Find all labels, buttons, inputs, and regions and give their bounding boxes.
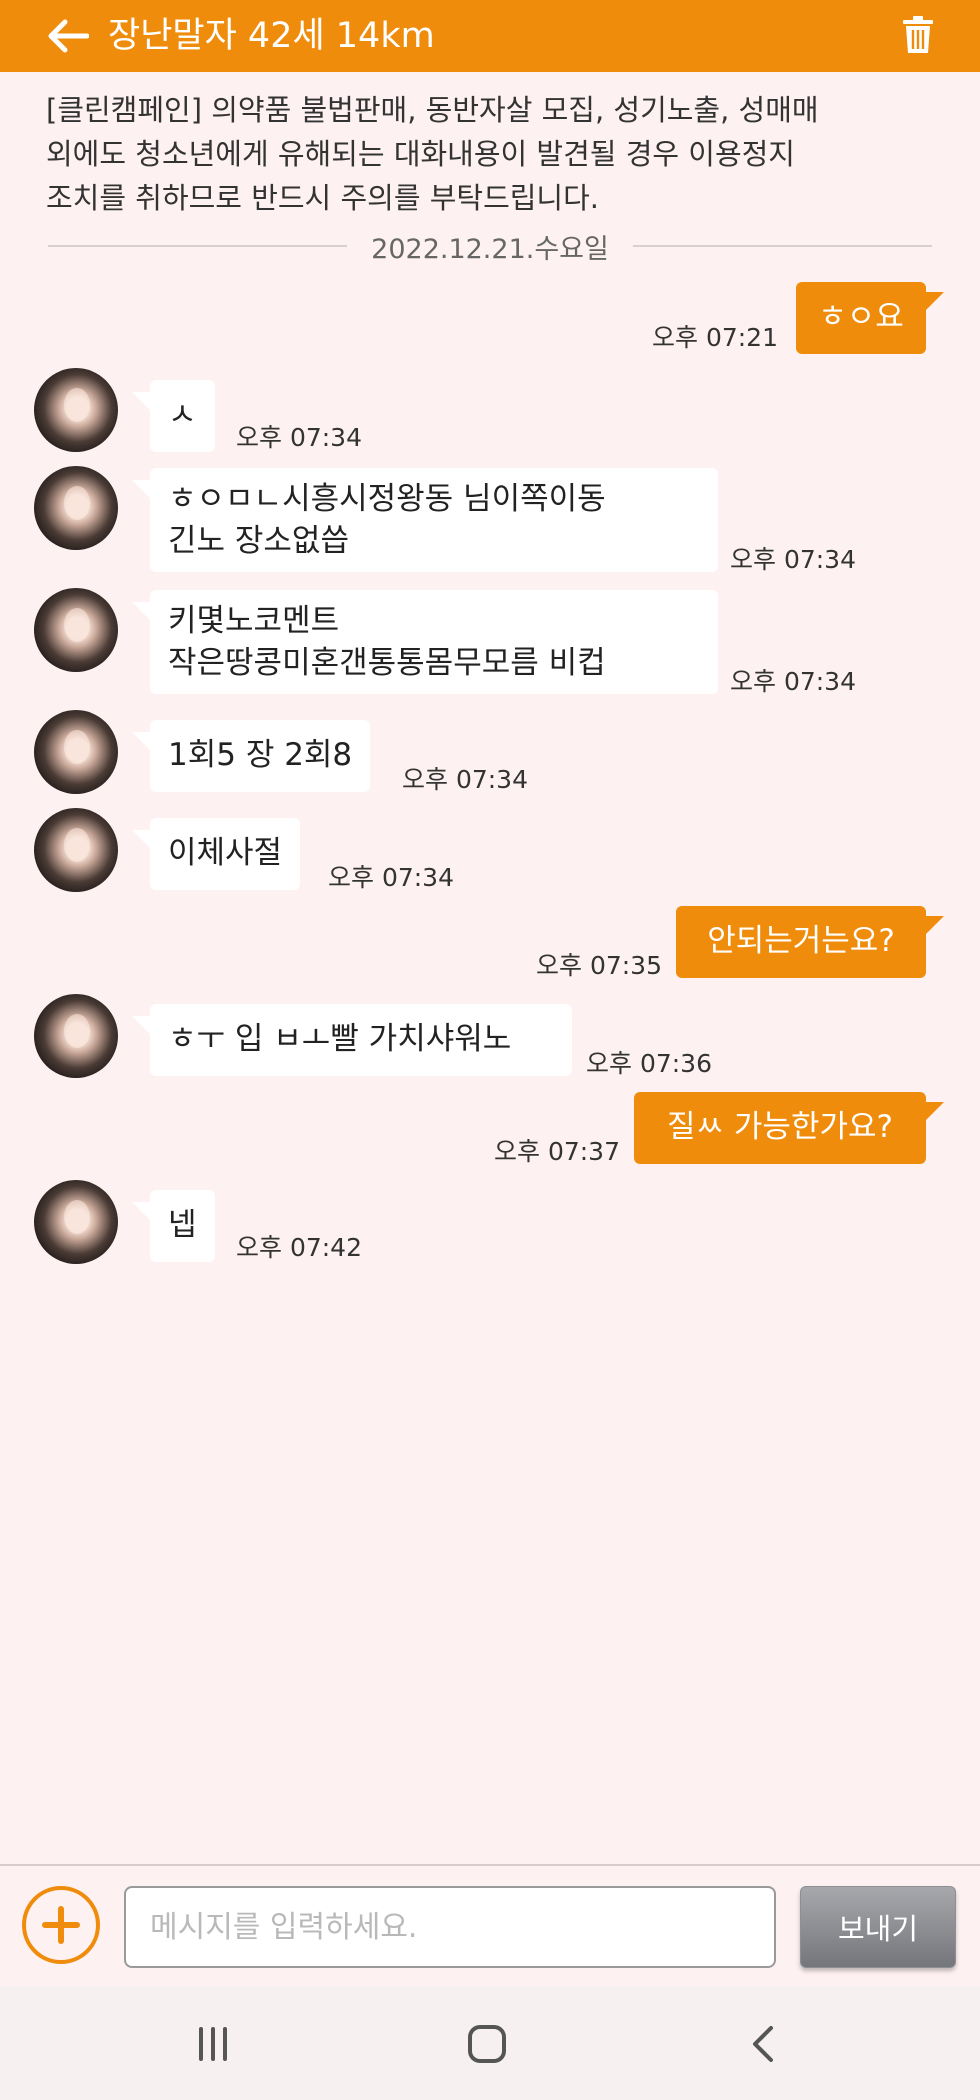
avatar[interactable] [34, 808, 118, 892]
attach-button[interactable] [22, 1886, 100, 1964]
message-time: 오후 07:34 [402, 765, 528, 794]
message-input-bar: 보내기 [0, 1864, 980, 1986]
incoming-message-bubble[interactable]: ㅎㅇㅁㄴ시흥시정왕동 님이쪽이동 긴노 장소없씁 [132, 468, 718, 572]
message-time: 오후 07:34 [236, 423, 362, 452]
message-time: 오후 07:34 [730, 667, 856, 696]
message-text: ㅅ [168, 397, 197, 433]
arrow-left-icon [48, 19, 89, 53]
home-button[interactable] [457, 2016, 517, 2072]
message-text: 이체사절 [168, 835, 283, 871]
avatar[interactable] [34, 994, 118, 1078]
message-text: 1회5 장 2회8 [168, 737, 353, 773]
app-header: 장난말자 42세 14km [0, 0, 980, 72]
message-time: 오후 07:35 [536, 951, 662, 980]
avatar[interactable] [34, 1180, 118, 1264]
message-time: 오후 07:42 [236, 1233, 362, 1262]
incoming-message-bubble[interactable]: 넵 [132, 1190, 215, 1262]
avatar[interactable] [34, 710, 118, 794]
message-time: 오후 07:34 [730, 545, 856, 574]
avatar[interactable] [34, 588, 118, 672]
outgoing-message-bubble[interactable]: 안되는거는요? [676, 906, 944, 978]
divider [48, 245, 348, 247]
trash-icon [903, 16, 933, 53]
notice-line: [클린캠페인] 의약품 불법판매, 동반자살 모집, 성기노출, 성매매 [46, 93, 819, 127]
date-separator: 2022.12.21.수요일 [48, 226, 933, 266]
notice-line: 조치를 취하므로 반드시 주의를 부탁드립니다. [46, 181, 600, 215]
message-text: 넵 [168, 1207, 197, 1243]
divider [632, 245, 933, 247]
date-label: 2022.12.21.수요일 [371, 233, 609, 265]
chat-title: 장난말자 42세 14km [108, 16, 435, 56]
recent-apps-button[interactable] [183, 2016, 243, 2072]
avatar[interactable] [34, 466, 118, 550]
nav-back-button[interactable] [732, 2016, 792, 2072]
message-text: 작은땅콩미혼갠통통몸무모름 비컵 [168, 645, 606, 681]
message-text: 안되는거는요? [707, 923, 895, 959]
send-button[interactable]: 보내기 [800, 1886, 956, 1968]
message-text: 질ㅆ 가능한가요? [667, 1109, 893, 1145]
outgoing-message-bubble[interactable]: 질ㅆ 가능한가요? [634, 1092, 944, 1164]
message-text: 키몇노코멘트 [168, 603, 340, 639]
message-time: 오후 07:37 [494, 1137, 620, 1166]
incoming-message-bubble[interactable]: 키몇노코멘트 작은땅콩미혼갠통통몸무모름 비컵 [132, 590, 718, 694]
incoming-message-bubble[interactable]: 1회5 장 2회8 [131, 720, 371, 792]
incoming-message-bubble[interactable]: 이체사절 [131, 818, 301, 890]
back-button[interactable] [44, 12, 92, 60]
message-time: 오후 07:21 [652, 323, 778, 352]
notice-line: 외에도 청소년에게 유해되는 대화내용이 발견될 경우 이용정지 [46, 137, 795, 171]
message-text: 긴노 장소없씁 [168, 523, 349, 559]
message-text: ㅎㅇㅁㄴ시흥시정왕동 님이쪽이동 [168, 481, 606, 517]
message-time: 오후 07:34 [328, 863, 454, 892]
clean-campaign-notice: [클린캠페인] 의약품 불법판매, 동반자살 모집, 성기노출, 성매매 외에도… [46, 88, 926, 220]
delete-chat-button[interactable] [896, 10, 940, 60]
message-text: ㅎㅇ요 [818, 299, 904, 335]
message-text: ㅎㅜ 입 ㅂㅗ빨 가치샤워노 [168, 1021, 512, 1057]
outgoing-message-bubble[interactable]: ㅎㅇ요 [796, 282, 944, 354]
recent-apps-icon [199, 2027, 227, 2061]
system-nav-bar [0, 1986, 980, 2100]
avatar[interactable] [34, 368, 118, 452]
incoming-message-bubble[interactable]: ㅎㅜ 입 ㅂㅗ빨 가치샤워노 [132, 1004, 572, 1076]
message-input[interactable] [124, 1886, 776, 1968]
plus-circle-icon [42, 1906, 80, 1944]
message-time: 오후 07:36 [586, 1049, 712, 1078]
nav-back-icon [753, 2026, 773, 2062]
incoming-message-bubble[interactable]: ㅅ [132, 380, 215, 452]
home-icon [468, 2025, 506, 2063]
